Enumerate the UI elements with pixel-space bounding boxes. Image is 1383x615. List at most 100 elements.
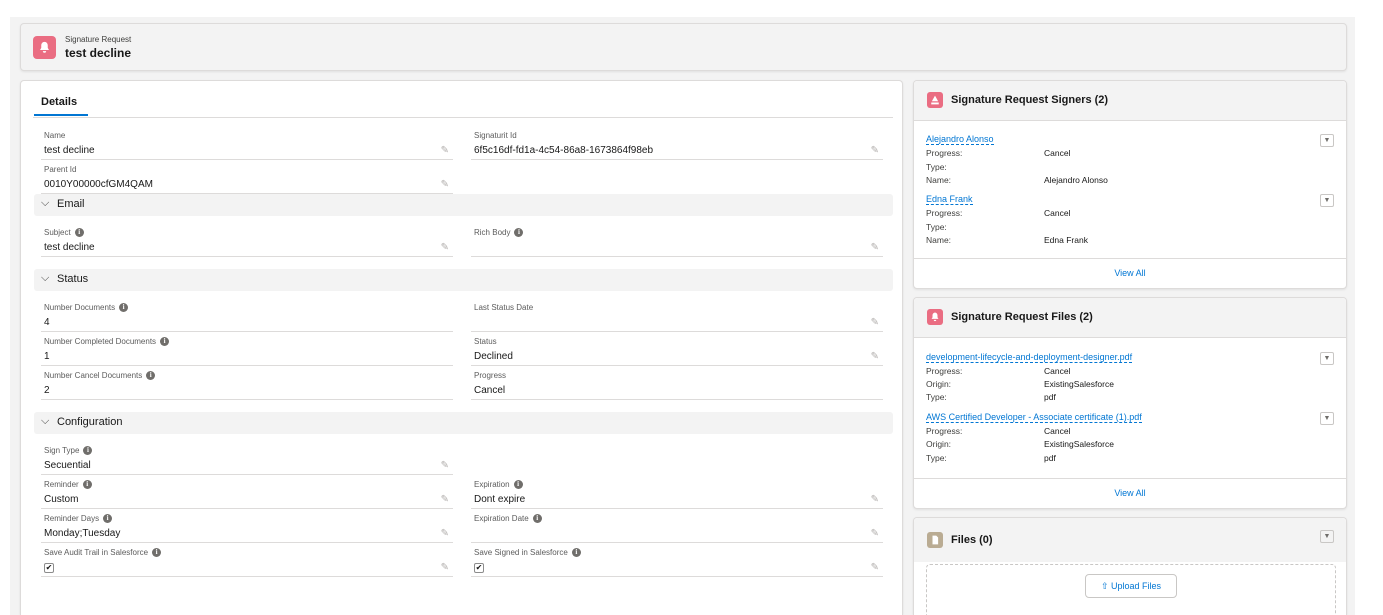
row-label: Name: (926, 175, 952, 185)
chevron-down-icon: ⌵ (41, 415, 50, 427)
edit-pencil-icon[interactable]: ✎ (871, 242, 879, 253)
edit-pencil-icon[interactable]: ✎ (441, 562, 449, 573)
signature-request-icon (33, 36, 56, 59)
edit-pencil-icon[interactable]: ✎ (871, 528, 879, 539)
row-value: Cancel (1044, 426, 1071, 436)
info-icon[interactable]: i (103, 514, 113, 523)
files-card: Files (0) ▼ ⇧ Upload Files (913, 517, 1347, 615)
tab-details[interactable]: Details (34, 96, 88, 116)
file-link[interactable]: development-lifecycle-and-deployment-des… (926, 352, 1133, 363)
field-expiration-date: Expiration Date i ✎ (471, 509, 883, 543)
field-label: Signaturit Id (474, 131, 517, 140)
upload-label: Upload Files (1111, 581, 1162, 591)
row-actions-dropdown[interactable]: ▼ (1320, 134, 1334, 147)
edit-pencil-icon[interactable]: ✎ (871, 317, 879, 328)
info-icon[interactable]: i (82, 480, 92, 489)
field-subject: Subject i test decline ✎ (41, 223, 453, 257)
record-title: test decline (65, 46, 132, 60)
row-value: Cancel (1044, 366, 1071, 376)
info-icon[interactable]: i (83, 446, 93, 455)
edit-pencil-icon[interactable]: ✎ (871, 494, 879, 505)
object-label: Signature Request (65, 35, 132, 44)
info-icon[interactable]: i (513, 480, 523, 489)
row-label: Progress: (926, 208, 963, 218)
field-label: Reminder (44, 480, 79, 489)
field-label: Save Audit Trail in Salesforce (44, 548, 149, 557)
field-status: Status Declined ✎ (471, 332, 883, 366)
field-number-documents: Number Documents i 4 (41, 298, 453, 332)
row-label: Type: (926, 453, 947, 463)
section-email[interactable]: ⌵ Email (34, 194, 893, 216)
info-icon[interactable]: i (74, 228, 84, 237)
edit-pencil-icon[interactable]: ✎ (871, 145, 879, 156)
file-icon (927, 532, 943, 548)
edit-pencil-icon[interactable]: ✎ (441, 528, 449, 539)
record-header: Signature Request test decline (20, 23, 1347, 71)
info-icon[interactable]: i (119, 303, 129, 312)
edit-pencil-icon[interactable]: ✎ (441, 494, 449, 505)
row-label: Origin: (926, 379, 952, 389)
section-status[interactable]: ⌵ Status (34, 269, 893, 291)
info-icon[interactable]: i (152, 548, 162, 557)
info-icon[interactable]: i (532, 514, 542, 523)
related-list-title[interactable]: Signature Request Signers (2) (951, 94, 1108, 106)
tab-divider (33, 117, 893, 118)
field-label: Number Completed Documents (44, 337, 157, 346)
chevron-down-icon: ⌵ (41, 197, 50, 209)
files-header: Files (0) (914, 518, 1346, 562)
row-value: pdf (1044, 453, 1056, 463)
row-label: Name: (926, 235, 952, 245)
edit-pencil-icon[interactable]: ✎ (441, 145, 449, 156)
signature-request-file-icon (927, 309, 943, 325)
field-label: Expiration (474, 480, 510, 489)
upload-files-button[interactable]: ⇧ Upload Files (1085, 574, 1177, 598)
row-actions-dropdown[interactable]: ▼ (1320, 352, 1334, 365)
row-label: Type: (926, 162, 947, 172)
row-actions-dropdown[interactable]: ▼ (1320, 194, 1334, 207)
view-all-link[interactable]: View All (914, 258, 1346, 288)
info-icon[interactable]: i (146, 371, 156, 380)
field-signaturit-id: Signaturit Id 6f5c16df-fd1a-4c54-86a8-16… (471, 126, 883, 160)
field-save-signed: Save Signed in Salesforce i ✔ ✎ (471, 543, 883, 577)
checkbox-checked: ✔ (44, 563, 54, 573)
upload-icon: ⇧ (1100, 581, 1109, 591)
field-value: Custom (44, 494, 79, 505)
field-label: Number Documents (44, 303, 116, 312)
view-all-link[interactable]: View All (914, 478, 1346, 508)
field-value: Cancel (474, 385, 506, 396)
row-value: ExistingSalesforce (1044, 439, 1114, 449)
section-title: Status (57, 273, 89, 285)
signer-icon (927, 92, 943, 108)
signer-link[interactable]: Edna Frank (926, 194, 973, 205)
field-value: 2 (44, 385, 50, 396)
field-save-audit-trail: Save Audit Trail in Salesforce i ✔ ✎ (41, 543, 453, 577)
field-label: Progress (474, 371, 507, 380)
info-icon[interactable]: i (514, 228, 524, 237)
files-title[interactable]: Files (0) (951, 534, 993, 546)
edit-pencil-icon[interactable]: ✎ (871, 351, 879, 362)
row-actions-dropdown[interactable]: ▼ (1320, 412, 1334, 425)
edit-pencil-icon[interactable]: ✎ (441, 242, 449, 253)
file-link[interactable]: AWS Certified Developer - Associate cert… (926, 412, 1142, 423)
row-label: Progress: (926, 148, 963, 158)
info-icon[interactable]: i (160, 337, 170, 346)
field-reminder: Reminder i Custom ✎ (41, 475, 453, 509)
files-actions-dropdown[interactable]: ▼ (1320, 530, 1334, 543)
related-list-title[interactable]: Signature Request Files (2) (951, 311, 1093, 323)
field-value: 0010Y00000cfGM4QAM (44, 179, 153, 190)
field-value: 1 (44, 351, 50, 362)
info-icon[interactable]: i (571, 548, 581, 557)
row-value: Alejandro Alonso (1044, 175, 1108, 185)
related-list-files: Signature Request Files (2) development-… (913, 297, 1347, 509)
related-list-header: Signature Request Signers (2) (914, 81, 1346, 121)
edit-pencil-icon[interactable]: ✎ (871, 562, 879, 573)
field-label: Reminder Days (44, 514, 100, 523)
field-progress: Progress Cancel (471, 366, 883, 400)
section-configuration[interactable]: ⌵ Configuration (34, 412, 893, 434)
edit-pencil-icon[interactable]: ✎ (441, 460, 449, 471)
row-value: pdf (1044, 392, 1056, 402)
signer-link[interactable]: Alejandro Alonso (926, 134, 994, 145)
edit-pencil-icon[interactable]: ✎ (441, 179, 449, 190)
row-label: Progress: (926, 426, 963, 436)
field-expiration: Expiration i Dont expire ✎ (471, 475, 883, 509)
